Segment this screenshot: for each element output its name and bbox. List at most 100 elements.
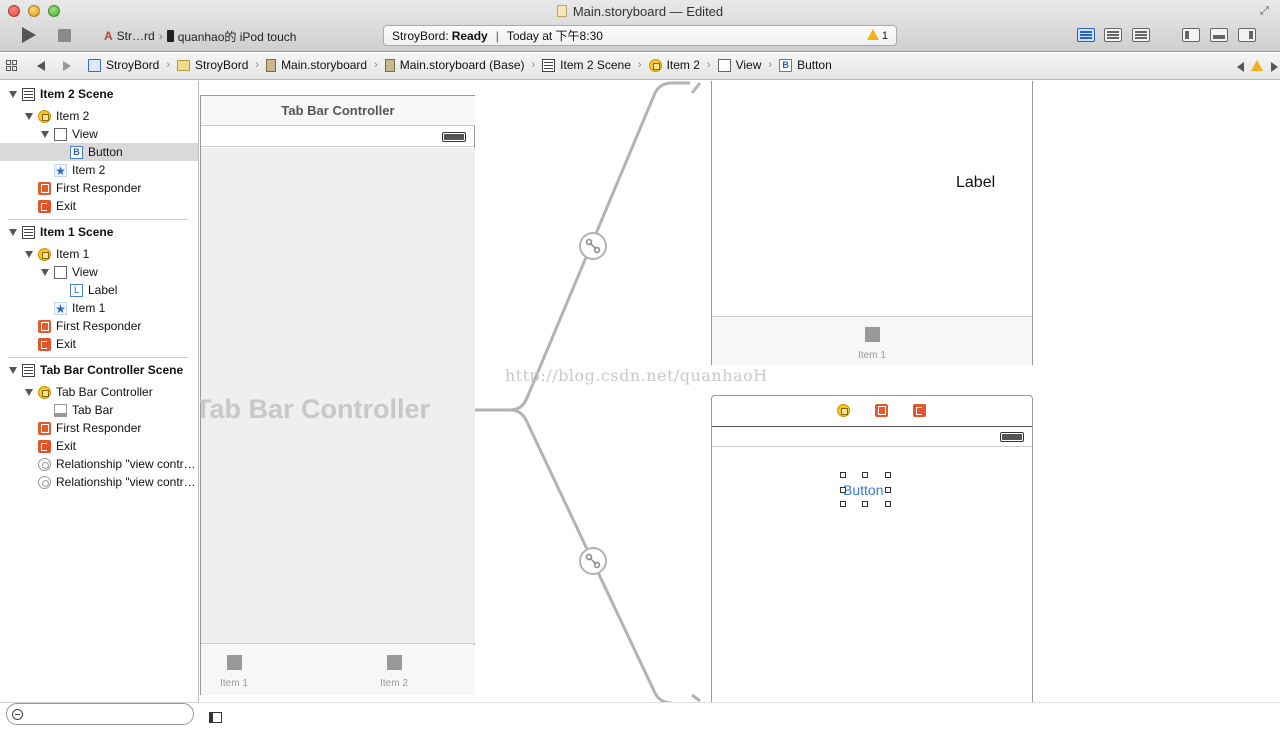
tab-bar-controller-scene[interactable]: Tab Bar Controller Tab Bar Controller It…: [200, 95, 475, 695]
stop-button[interactable]: [58, 29, 71, 42]
segue-line-bottom: [475, 408, 673, 702]
outline-item1-vc[interactable]: Item 1: [0, 245, 198, 263]
outline-tbc-first-responder[interactable]: First Responder: [0, 419, 198, 437]
disclosure-triangle-icon[interactable]: [41, 130, 49, 138]
outline-item2-scene[interactable]: Item 2 Scene: [0, 85, 198, 103]
item2-button[interactable]: Button: [843, 482, 883, 498]
resize-handle[interactable]: [840, 472, 846, 478]
outline-item2-exit[interactable]: Exit: [0, 197, 198, 215]
relationship-icon: [38, 475, 51, 489]
disclosure-triangle-icon[interactable]: [25, 388, 33, 396]
disclosure-triangle-icon[interactable]: [9, 228, 17, 236]
related-items-icon[interactable]: [6, 60, 18, 72]
breadcrumb-scene[interactable]: Item 2 Scene ›: [542, 58, 648, 72]
status-bar: [712, 427, 1032, 447]
forward-arrow-icon[interactable]: [63, 61, 71, 71]
version-editor-button[interactable]: [1132, 28, 1150, 42]
disclosure-triangle-icon[interactable]: [25, 112, 33, 120]
document-outline-toggle-icon[interactable]: [209, 712, 222, 723]
breadcrumb-view-controller[interactable]: Item 2 ›: [648, 58, 718, 72]
activity-project: StroyBord:: [392, 28, 449, 43]
disclosure-triangle-icon[interactable]: [25, 250, 33, 258]
breadcrumb-project[interactable]: StroyBord ›: [88, 58, 177, 72]
breadcrumb-label: Main.storyboard (Base): [399, 58, 525, 72]
outline-item2-vc[interactable]: Item 2: [0, 107, 198, 125]
assistant-editor-button[interactable]: [1104, 28, 1122, 42]
breadcrumb-view[interactable]: View ›: [717, 58, 779, 72]
tab-bar-controller-view[interactable]: Tab Bar Controller: [200, 148, 475, 644]
resize-handle[interactable]: [885, 501, 891, 507]
item1-scene[interactable]: Label Item 1: [711, 81, 1033, 365]
toggle-utilities-button[interactable]: [1238, 28, 1256, 42]
toggle-navigator-button[interactable]: [1182, 28, 1200, 42]
outline-label: Relationship "view contr…: [56, 475, 196, 489]
relationship-segue-icon-2[interactable]: [579, 547, 607, 575]
disclosure-triangle-icon[interactable]: [9, 90, 17, 98]
first-responder-cube-icon: [38, 319, 51, 333]
tab-bar-item-1[interactable]: Item 1: [204, 655, 264, 689]
outline-item2-first-responder[interactable]: First Responder: [0, 179, 198, 197]
outline-item1-scene[interactable]: Item 1 Scene: [0, 223, 198, 241]
resize-handle[interactable]: [885, 472, 891, 478]
breadcrumb-folder[interactable]: StroyBord ›: [177, 58, 266, 72]
resize-handle[interactable]: [862, 501, 868, 507]
relationship-segue-icon-1[interactable]: [579, 232, 607, 260]
run-button[interactable]: [22, 27, 36, 43]
back-arrow-icon[interactable]: [37, 61, 45, 71]
outline-item1-first-responder[interactable]: First Responder: [0, 317, 198, 335]
item1-tab-bar[interactable]: Item 1: [712, 316, 1032, 365]
outline-item1-label[interactable]: L Label: [0, 281, 198, 299]
first-responder-cube-icon[interactable]: [875, 404, 888, 417]
warning-badge[interactable]: 1: [866, 29, 888, 42]
resize-handle[interactable]: [885, 487, 891, 493]
breadcrumb-storyboard-base[interactable]: Main.storyboard (Base) ›: [384, 58, 542, 72]
view-icon: [54, 127, 67, 141]
outline-label: Tab Bar: [72, 403, 114, 417]
previous-issue-arrow-icon[interactable]: [1237, 62, 1244, 72]
outline-label: View: [72, 265, 98, 279]
disclosure-triangle-icon[interactable]: [9, 366, 17, 374]
outline-divider: [8, 357, 188, 358]
item2-scene[interactable]: Button: [711, 395, 1033, 702]
outline-label: First Responder: [56, 421, 142, 435]
view-controller-icon[interactable]: [837, 404, 850, 417]
fullscreen-icon[interactable]: ⤢: [1260, 5, 1272, 17]
item1-tab-bar-item[interactable]: Item 1: [842, 327, 902, 361]
jump-bar: StroyBord › StroyBord › Main.storyboard › M…: [0, 53, 1280, 80]
resize-handle[interactable]: [862, 472, 868, 478]
view-icon: [54, 265, 67, 279]
warning-icon[interactable]: [1251, 60, 1263, 71]
outline-tbc-scene[interactable]: Tab Bar Controller Scene: [0, 361, 198, 379]
tab-bar[interactable]: Item 1 Item 2: [201, 645, 475, 695]
filter-icon: [12, 709, 23, 720]
outline-filter-field[interactable]: [6, 703, 194, 725]
outline-tab-bar-controller[interactable]: Tab Bar Controller: [0, 383, 198, 401]
exit-icon[interactable]: [913, 404, 926, 417]
outline-item2-button[interactable]: B Button: [0, 143, 198, 161]
outline-filter-bar: [0, 702, 199, 729]
outline-tbc-exit[interactable]: Exit: [0, 437, 198, 455]
outline-item1-exit[interactable]: Exit: [0, 335, 198, 353]
disclosure-triangle-icon[interactable]: [41, 268, 49, 276]
tab-label: Item 1: [220, 678, 248, 689]
outline-tab-bar[interactable]: Tab Bar: [0, 401, 198, 419]
outline-item2-view[interactable]: View: [0, 125, 198, 143]
resize-handle[interactable]: [840, 501, 846, 507]
outline-label: Relationship "view contr…: [56, 457, 196, 471]
tab-bar-item-2[interactable]: Item 2: [364, 655, 424, 689]
scene-title-bar[interactable]: Tab Bar Controller: [201, 96, 475, 126]
breadcrumb-button[interactable]: B Button: [779, 58, 836, 72]
outline-item2-tab-bar-item[interactable]: ★ Item 2: [0, 161, 198, 179]
storyboard-canvas[interactable]: Tab Bar Controller Tab Bar Controller It…: [200, 81, 1280, 702]
toggle-debug-area-button[interactable]: [1210, 28, 1228, 42]
outline-relationship-2[interactable]: Relationship "view contr…: [0, 473, 198, 491]
resize-handle[interactable]: [840, 487, 846, 493]
outline-relationship-1[interactable]: Relationship "view contr…: [0, 455, 198, 473]
outline-item1-view[interactable]: View: [0, 263, 198, 281]
scheme-selector[interactable]: A Str…rd › quanhao的 iPod touch: [104, 27, 296, 45]
standard-editor-button[interactable]: [1077, 28, 1095, 42]
outline-item1-tab-bar-item[interactable]: ★ Item 1: [0, 299, 198, 317]
breadcrumb-storyboard[interactable]: Main.storyboard ›: [266, 58, 385, 72]
item1-label[interactable]: Label: [956, 174, 995, 192]
next-issue-arrow-icon[interactable]: [1271, 62, 1278, 72]
